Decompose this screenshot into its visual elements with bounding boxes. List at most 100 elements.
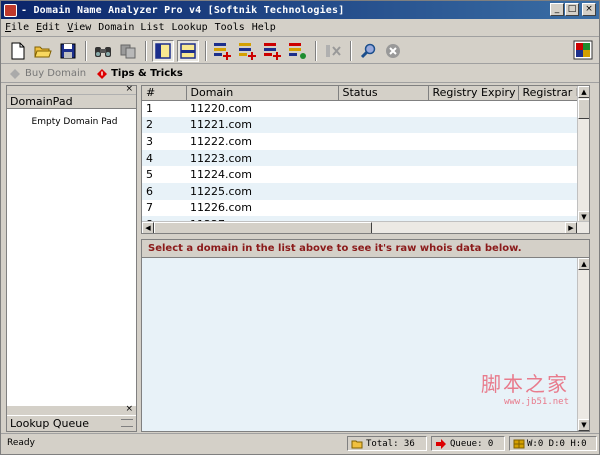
split-layout-icon [180, 42, 196, 59]
minimize-button[interactable]: _ [550, 3, 564, 16]
column-header-registrar-expiry[interactable]: Registrar E [518, 86, 580, 101]
find-button[interactable] [92, 40, 114, 62]
stop-icon [386, 43, 400, 58]
row-domain: 11226.com [190, 201, 252, 215]
lookup-domains-button[interactable] [287, 40, 309, 62]
column-header-registry-expiry[interactable]: Registry Expiry [428, 86, 519, 101]
add-list-button[interactable] [237, 40, 259, 62]
grid-vertical-scrollbar[interactable]: ▲ ▼ [577, 86, 589, 223]
scroll-up-arrow-icon[interactable]: ▲ [578, 258, 589, 270]
copy-button[interactable] [117, 40, 139, 62]
scroll-right-arrow-icon[interactable]: ▶ [565, 222, 577, 233]
status-ready: Ready [7, 438, 35, 448]
row-domain: 11221.com [186, 116, 338, 134]
grid-vertical-thumb[interactable] [578, 99, 589, 119]
menu-tools[interactable]: Tools [215, 22, 245, 33]
domain-pad-pane: × DomainPad Empty Domain Pad × Lookup Qu… [6, 84, 137, 432]
tips-tricks-link[interactable]: Tips & Tricks [96, 68, 183, 80]
open-folder-button[interactable] [32, 40, 54, 62]
toolbar-separator [205, 40, 207, 61]
diamond-icon [10, 68, 20, 79]
column-header-number[interactable]: # [142, 86, 187, 101]
delete-button[interactable] [322, 40, 344, 62]
add-domains-button[interactable] [212, 40, 234, 62]
menu-edit[interactable]: Edit [36, 22, 60, 33]
app-icon [4, 3, 17, 17]
column-header-status[interactable]: Status [338, 86, 429, 101]
open-folder-icon [34, 46, 52, 57]
table-row[interactable]: 3 11222.com [142, 133, 579, 150]
domain-pad-header: × [7, 84, 136, 95]
title-bar[interactable]: - Domain Name Analyzer Pro v4 [Softnik T… [1, 1, 599, 19]
watermark-title: 脚本之家 [481, 372, 569, 396]
table-row[interactable]: 7 11226.com [142, 200, 579, 217]
app-window: - Domain Name Analyzer Pro v4 [Softnik T… [0, 0, 600, 455]
red-arrow-icon [436, 438, 446, 449]
list-import-icon [264, 42, 281, 60]
watermark-url: www.jb51.net [503, 397, 569, 407]
toolbar-separator [315, 40, 317, 61]
folder-icon [351, 440, 363, 448]
menu-bar: File Edit View Domain List Lookup Tools … [1, 19, 599, 37]
table-row[interactable]: 4 11223.com [142, 149, 579, 167]
grid-icon [513, 439, 525, 448]
menu-domain-list[interactable]: Domain List [98, 22, 164, 33]
lookup-queue-grip[interactable] [121, 419, 133, 427]
toggle-whois-pane-button[interactable] [177, 39, 199, 62]
row-number: 3 [146, 134, 153, 148]
domain-pad-title: DomainPad [7, 95, 136, 109]
menu-view[interactable]: View [67, 22, 91, 33]
import-domains-button[interactable] [262, 40, 284, 62]
menu-lookup[interactable]: Lookup [172, 22, 208, 33]
row-number: 4 [142, 149, 186, 167]
status-counts: W:0 D:0 H:0 [527, 438, 587, 449]
table-row[interactable]: 5 11224.com [142, 166, 579, 183]
save-button[interactable] [57, 40, 79, 62]
list-add-icon [239, 42, 256, 60]
toggle-domain-pad-button[interactable] [152, 39, 174, 62]
magnifier-icon [360, 43, 376, 58]
maximize-button[interactable]: □ [565, 3, 579, 16]
column-header-domain[interactable]: Domain [186, 86, 339, 101]
buy-domain-label: Buy Domain [25, 68, 87, 79]
row-domain: 11222.com [190, 134, 252, 148]
close-button[interactable]: × [582, 3, 596, 16]
row-number: 6 [142, 182, 186, 200]
table-row[interactable]: 1 11220.com [142, 100, 579, 117]
domain-list-grid: # Domain Status Registry Expiry Registra… [141, 85, 590, 234]
table-row[interactable]: 6 11225.com [142, 182, 579, 200]
menu-help[interactable]: Help [252, 22, 276, 33]
empty-domain-pad-text: Empty Domain Pad [31, 117, 118, 127]
search-button[interactable] [357, 40, 379, 62]
grid-horizontal-scrollbar[interactable]: ◀ ▶ [142, 221, 589, 233]
lookup-queue-header: × [7, 404, 136, 415]
toolbar [1, 38, 599, 64]
binoculars-icon [95, 46, 111, 57]
lookup-queue-close-button[interactable]: × [125, 404, 133, 414]
colorful-grid-icon [573, 40, 593, 60]
menu-file[interactable]: File [5, 22, 29, 33]
list-add-icon [214, 42, 231, 60]
row-domain: 11223.com [186, 149, 338, 167]
whois-hint-message: Select a domain in the list above to see… [142, 240, 589, 258]
table-row[interactable]: 2 11221.com [142, 116, 579, 134]
buy-domain-link[interactable]: Buy Domain [9, 68, 86, 80]
scroll-left-arrow-icon[interactable]: ◀ [142, 222, 154, 233]
grid-horizontal-thumb[interactable] [154, 222, 372, 233]
help-button[interactable] [573, 40, 593, 60]
row-number: 2 [142, 116, 186, 134]
new-file-icon [11, 42, 25, 59]
scroll-up-arrow-icon[interactable]: ▲ [578, 86, 589, 98]
status-queue: Queue: 0 [450, 438, 494, 449]
row-domain: 11225.com [186, 182, 338, 200]
new-file-button[interactable] [7, 40, 29, 62]
floppy-disk-icon [60, 43, 76, 58]
status-bar: Ready Total: 36 Queue: 0 W:0 D:0 H:0 [1, 433, 599, 454]
domain-pad-close-button[interactable]: × [125, 84, 133, 94]
stop-button[interactable] [382, 40, 404, 62]
whois-vertical-scrollbar[interactable]: ▲ ▼ [577, 258, 589, 431]
scroll-down-arrow-icon[interactable]: ▼ [578, 419, 589, 431]
warning-diamond-icon [97, 68, 108, 79]
list-check-icon [289, 42, 306, 59]
row-number: 7 [146, 201, 153, 215]
